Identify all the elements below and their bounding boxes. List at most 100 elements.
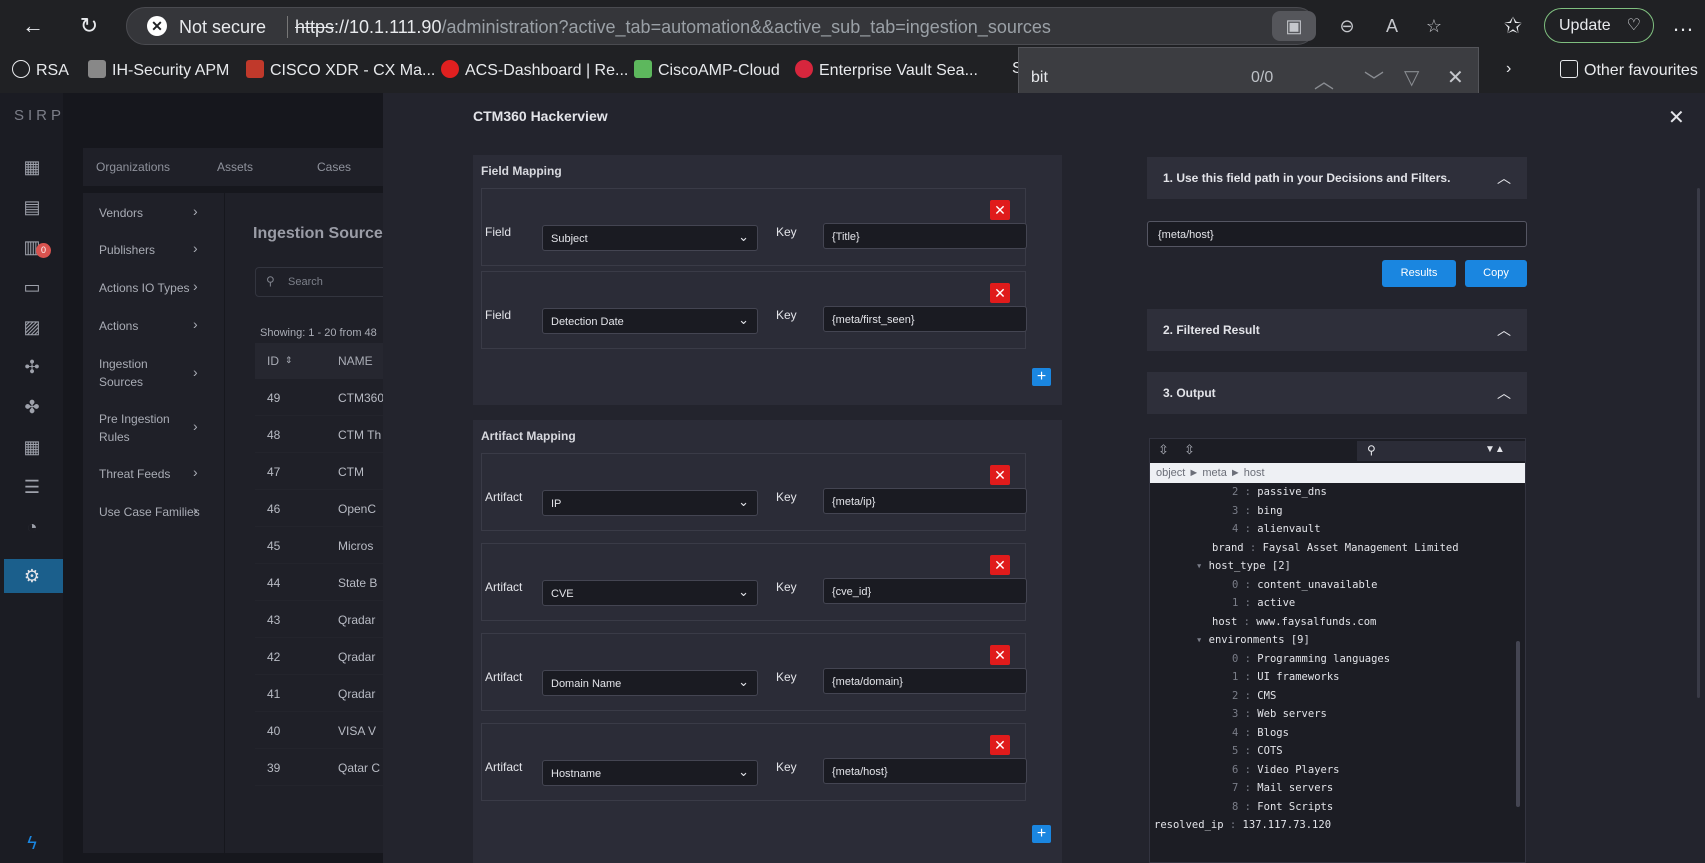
key-input[interactable]: {meta/domain} (823, 668, 1027, 694)
key-input[interactable]: {Title} (823, 223, 1027, 249)
pie-chart-icon[interactable]: ◔ (20, 515, 44, 539)
table-row[interactable]: 43 Qradar (255, 601, 395, 638)
security-label[interactable]: Not secure (179, 17, 266, 38)
accordion-output[interactable]: 3. Output ︿ (1147, 372, 1527, 414)
json-line[interactable]: brand : Faysal Asset Management Limited (1212, 542, 1459, 554)
delete-row-button[interactable]: ✕ (990, 465, 1010, 485)
json-line[interactable]: 8 : Font Scripts (1232, 801, 1333, 813)
submenu-vendors[interactable]: Vendors (99, 204, 143, 222)
json-line[interactable]: 7 : Mail servers (1232, 782, 1333, 794)
submenu-pre-ingestion-rules[interactable]: Pre Ingestion Rules (99, 410, 174, 446)
artifact-select[interactable]: IP ⌄ (542, 490, 758, 516)
delete-row-button[interactable]: ✕ (990, 645, 1010, 665)
search-input[interactable]: ⚲ Search (255, 267, 395, 297)
key-input[interactable]: {meta/first_seen} (823, 306, 1027, 332)
field-select[interactable]: Detection Date ⌄ (542, 308, 758, 334)
table-row[interactable]: 40 VISA V (255, 712, 395, 749)
not-secure-icon[interactable]: ✕ (147, 16, 167, 36)
collapse-all-icon[interactable]: ⇳ (1184, 442, 1195, 458)
artifact-select[interactable]: Domain Name ⌄ (542, 670, 758, 696)
table-row[interactable]: 46 OpenC (255, 490, 395, 527)
delete-row-button[interactable]: ✕ (990, 200, 1010, 220)
table-row[interactable]: 48 CTM Th (255, 416, 395, 453)
close-icon[interactable]: ✕ (1668, 105, 1685, 130)
table-row[interactable]: 47 CTM (255, 453, 395, 490)
col-id[interactable]: ID (267, 354, 279, 368)
update-button[interactable]: Update ♡ (1544, 8, 1654, 43)
address-bar[interactable]: ✕ Not secure https://10.1.111.90/adminis… (126, 7, 1442, 45)
json-line[interactable]: 3 : bing (1232, 505, 1283, 517)
json-line[interactable]: resolved_ip : 137.117.73.120 (1154, 819, 1331, 831)
dashboard-icon[interactable]: ▦ (20, 155, 44, 179)
bookmark-cisco-xdr[interactable]: CISCO XDR - CX Ma... (246, 60, 435, 80)
results-button[interactable]: Results (1382, 260, 1456, 287)
json-line[interactable]: ▾ environments [9] (1196, 634, 1310, 646)
reading-view-icon[interactable]: ▣ (1272, 11, 1316, 41)
json-line[interactable]: 1 : active (1232, 597, 1295, 609)
search-nav-icon[interactable]: ▼▲ (1485, 444, 1505, 455)
reports-icon[interactable]: ▨ (20, 315, 44, 339)
json-line[interactable]: 1 : UI frameworks (1232, 671, 1339, 683)
tab-cases[interactable]: Cases (317, 160, 351, 174)
table-row[interactable]: 44 State B (255, 564, 395, 601)
artifact-select[interactable]: Hostname ⌄ (542, 760, 758, 786)
expand-all-icon[interactable]: ⇳ (1158, 442, 1169, 458)
read-aloud-icon[interactable]: A (1377, 11, 1407, 41)
table-row[interactable]: 45 Micros (255, 527, 395, 564)
add-field-button[interactable]: + (1032, 368, 1051, 386)
delete-row-button[interactable]: ✕ (990, 555, 1010, 575)
network-icon[interactable]: ✤ (20, 395, 44, 419)
other-favourites[interactable]: Other favourites (1560, 60, 1698, 80)
accordion-filtered-result[interactable]: 2. Filtered Result ︿ (1147, 309, 1527, 351)
table-icon[interactable]: ▦ (20, 435, 44, 459)
col-name[interactable]: NAME (338, 354, 373, 368)
json-line[interactable]: 4 : alienvault (1232, 523, 1321, 535)
refresh-icon[interactable]: ↻ (74, 11, 104, 41)
artifact-select[interactable]: CVE ⌄ (542, 580, 758, 606)
bookmarks-overflow-icon[interactable]: › (1506, 60, 1511, 78)
json-line[interactable]: ▾ host_type [2] (1196, 560, 1291, 572)
json-line[interactable]: 2 : CMS (1232, 690, 1276, 702)
sort-icon[interactable]: ⇕ (285, 355, 293, 366)
submenu-actions-io-types[interactable]: Actions IO Types (99, 279, 190, 297)
zoom-icon[interactable]: ⊖ (1332, 11, 1362, 41)
json-line[interactable]: 0 : content_unavailable (1232, 579, 1377, 591)
bookmark-acs-dashboard[interactable]: ACS-Dashboard | Re... (441, 60, 628, 80)
json-line[interactable]: 5 : COTS (1232, 745, 1283, 757)
favorites-icon[interactable]: ✩ (1498, 11, 1528, 41)
submenu-actions[interactable]: Actions (99, 317, 138, 335)
database-icon[interactable]: ☰ (20, 475, 44, 499)
bolt-icon[interactable]: ϟ (20, 831, 44, 855)
find-previous-icon[interactable]: ︿ (1314, 65, 1334, 94)
delete-row-button[interactable]: ✕ (990, 735, 1010, 755)
field-path-input[interactable]: {meta/host} (1147, 221, 1527, 247)
submenu-use-case-families[interactable]: Use Case Families (99, 503, 200, 521)
expand-triangle-icon[interactable]: ▾ (1196, 560, 1209, 572)
back-icon[interactable]: ← (18, 11, 48, 41)
monitor-icon[interactable]: ▭ (20, 275, 44, 299)
find-input[interactable]: bit (1031, 69, 1048, 87)
add-artifact-button[interactable]: + (1032, 825, 1051, 843)
bookmark-ciscoamp[interactable]: CiscoAMP-Cloud (634, 60, 780, 80)
find-next-icon[interactable]: ﹀ (1364, 65, 1384, 94)
table-row[interactable]: 39 Qatar C (255, 749, 395, 786)
field-select[interactable]: Subject ⌄ (542, 225, 758, 251)
json-line[interactable]: 4 : Blogs (1232, 727, 1289, 739)
table-row[interactable]: 49 CTM360 (255, 379, 395, 416)
key-input[interactable]: {cve_id} (823, 578, 1027, 604)
settings-icon[interactable]: ⚙ (20, 564, 44, 588)
find-close-icon[interactable]: ✕ (1447, 65, 1464, 90)
find-filter-icon[interactable]: ▽ (1404, 65, 1419, 90)
json-line[interactable]: 2 : passive_dns (1232, 486, 1327, 498)
json-scrollbar[interactable] (1516, 641, 1520, 807)
tab-organizations[interactable]: Organizations (96, 160, 170, 174)
key-input[interactable]: {meta/host} (823, 758, 1027, 784)
url-text[interactable]: https://10.1.111.90/administration?activ… (295, 17, 1051, 38)
modal-scrollbar[interactable] (1697, 188, 1700, 698)
json-line[interactable]: host : www.faysalfunds.com (1212, 616, 1376, 628)
accordion-field-path[interactable]: 1. Use this field path in your Decisions… (1147, 157, 1527, 199)
expand-triangle-icon[interactable]: ▾ (1196, 634, 1209, 646)
key-input[interactable]: {meta/ip} (823, 488, 1027, 514)
bookmark-enterprise-vault[interactable]: Enterprise Vault Sea... (795, 60, 978, 80)
table-row[interactable]: 41 Qradar (255, 675, 395, 712)
